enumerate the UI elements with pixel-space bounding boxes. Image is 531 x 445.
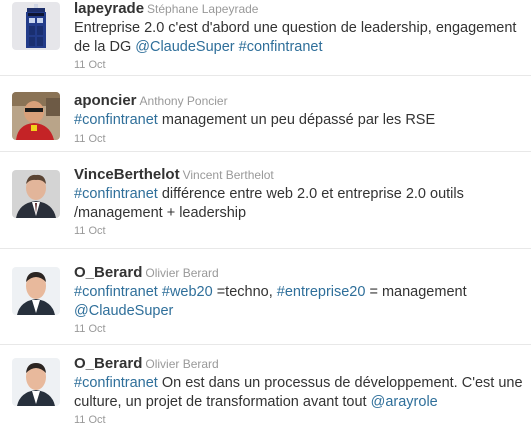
hashtag-link[interactable]: #confintranet <box>74 112 158 128</box>
mention-link[interactable]: @ClaudeSuper <box>135 39 234 55</box>
hashtag-link[interactable]: #confintranet <box>74 186 158 202</box>
mention-link[interactable]: @ClaudeSuper <box>74 303 173 319</box>
tweet-item: aponcier Anthony Poncier #confintranet ma… <box>0 76 531 152</box>
user-photo-suit-icon[interactable] <box>12 170 60 218</box>
screen-name[interactable]: lapeyrade <box>74 0 144 17</box>
user-photo-red-shirt-icon[interactable] <box>12 92 60 140</box>
tweet-header: VinceBerthelot Vincent Berthelot <box>74 166 523 184</box>
full-name: Stéphane Lapeyrade <box>147 2 259 16</box>
tweet-header: O_Berard Olivier Berard <box>74 264 523 282</box>
tweet-text: #confintranet On est dans un processus d… <box>74 374 523 411</box>
mention-link[interactable]: @arayrole <box>371 394 438 410</box>
tweet-header: lapeyrade Stéphane Lapeyrade <box>74 0 523 18</box>
full-name: Olivier Berard <box>145 266 219 280</box>
hashtag-link[interactable]: #entreprise20 <box>277 284 366 300</box>
tweet-feed: lapeyrade Stéphane Lapeyrade Entreprise 2… <box>0 0 531 437</box>
tweet-item: O_Berard Olivier Berard #confintranet #we… <box>0 249 531 345</box>
text-segment: = management <box>365 284 467 300</box>
tweet-item: O_Berard Olivier Berard #confintranet On … <box>0 345 531 445</box>
screen-name[interactable]: O_Berard <box>74 264 142 281</box>
timestamp[interactable]: 11 Oct <box>74 225 523 237</box>
hashtag-link[interactable]: #confintranet <box>239 39 323 55</box>
tweet-item: lapeyrade Stéphane Lapeyrade Entreprise 2… <box>0 0 531 76</box>
tweet-header: aponcier Anthony Poncier <box>74 92 523 110</box>
timestamp[interactable]: 11 Oct <box>74 414 523 426</box>
hashtag-link[interactable]: #confintranet <box>74 375 158 391</box>
user-photo-icon[interactable] <box>12 358 60 406</box>
timestamp[interactable]: 11 Oct <box>74 59 523 71</box>
tweet-text: #confintranet #web20 =techno, #entrepris… <box>74 283 523 320</box>
tweet-text: #confintranet différence entre web 2.0 e… <box>74 185 523 222</box>
hashtag-link[interactable]: #web20 <box>162 284 213 300</box>
tweet-text: Entreprise 2.0 c'est d'abord une questio… <box>74 19 523 56</box>
screen-name[interactable]: VinceBerthelot <box>74 166 180 183</box>
full-name: Vincent Berthelot <box>182 168 274 182</box>
timestamp[interactable]: 11 Oct <box>74 323 523 335</box>
tweet-item: VinceBerthelot Vincent Berthelot #confint… <box>0 152 531 249</box>
screen-name[interactable]: aponcier <box>74 92 137 109</box>
full-name: Anthony Poncier <box>139 94 228 108</box>
tweet-text: #confintranet management un peu dépassé … <box>74 111 523 130</box>
timestamp[interactable]: 11 Oct <box>74 133 523 145</box>
hashtag-link[interactable]: #confintranet <box>74 284 158 300</box>
user-photo-icon[interactable] <box>12 267 60 315</box>
police-box-icon[interactable] <box>12 2 60 50</box>
text-segment: =techno, <box>212 284 277 300</box>
tweet-header: O_Berard Olivier Berard <box>74 355 523 373</box>
text-segment: management un peu dépassé par les RSE <box>157 112 436 128</box>
full-name: Olivier Berard <box>145 357 219 371</box>
screen-name[interactable]: O_Berard <box>74 355 142 372</box>
